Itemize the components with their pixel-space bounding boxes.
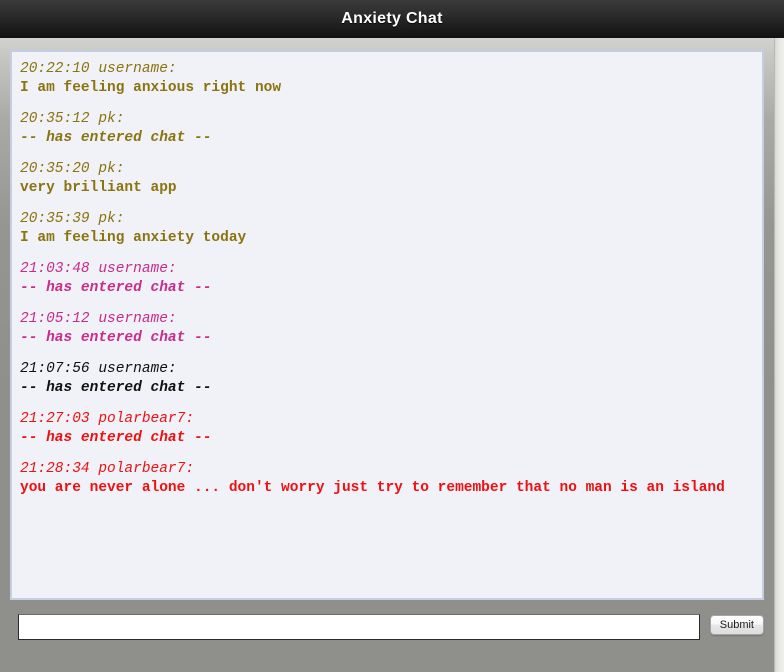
- chat-message-body: -- has entered chat --: [20, 130, 212, 146]
- chat-app-window: Anxiety Chat 20:22:10 username: I am feel…: [0, 0, 784, 672]
- chat-message: 21:07:56 username: -- has entered chat --: [20, 360, 754, 398]
- chat-message-meta: 21:03:48 username:: [20, 261, 177, 277]
- chat-message-meta: 21:05:12 username:: [20, 311, 177, 327]
- chat-message: 20:35:39 pk: I am feeling anxiety today: [20, 210, 754, 248]
- chat-message: 21:03:48 username: -- has entered chat --: [20, 260, 754, 298]
- page-scrollbar[interactable]: [774, 38, 784, 672]
- chat-message-meta: 20:35:20 pk:: [20, 161, 125, 177]
- chat-message-meta: 21:07:56 username:: [20, 361, 177, 377]
- submit-button[interactable]: Submit: [709, 615, 764, 635]
- chat-message-meta: 20:22:10 username:: [20, 61, 177, 77]
- chat-message: 20:22:10 username: I am feeling anxious r…: [20, 60, 754, 98]
- chat-message-body: I am feeling anxiety today: [20, 230, 247, 246]
- chat-message: 20:35:12 pk: -- has entered chat --: [20, 110, 754, 148]
- chat-message-body: you are never alone ... don't worry just…: [20, 480, 725, 496]
- chat-message-body: very brilliant app: [20, 180, 177, 196]
- chat-message-body: I am feeling anxious right now: [20, 80, 282, 96]
- titlebar: Anxiety Chat: [0, 0, 784, 38]
- chat-message-body: -- has entered chat --: [20, 330, 212, 346]
- chat-message-meta: 20:35:39 pk:: [20, 211, 125, 227]
- page-title: Anxiety Chat: [341, 10, 443, 27]
- chat-message-meta: 20:35:12 pk:: [20, 111, 125, 127]
- message-input[interactable]: [18, 614, 700, 640]
- chat-message-meta: 21:28:34 polarbear7:: [20, 461, 195, 477]
- message-composer: Submit: [10, 614, 764, 644]
- chat-message-body: -- has entered chat --: [20, 430, 212, 446]
- chat-message: 21:28:34 polarbear7: you are never alone …: [20, 460, 754, 498]
- chat-message-body: -- has entered chat --: [20, 280, 212, 296]
- chat-log-panel[interactable]: 20:22:10 username: I am feeling anxious r…: [10, 50, 764, 600]
- chat-message: 20:35:20 pk: very brilliant app: [20, 160, 754, 198]
- chat-message: 21:27:03 polarbear7: -- has entered chat …: [20, 410, 754, 448]
- chat-message-meta: 21:27:03 polarbear7:: [20, 411, 195, 427]
- chat-message: 21:05:12 username: -- has entered chat --: [20, 310, 754, 348]
- chat-message-body: -- has entered chat --: [20, 380, 212, 396]
- page-body: 20:22:10 username: I am feeling anxious r…: [0, 38, 774, 672]
